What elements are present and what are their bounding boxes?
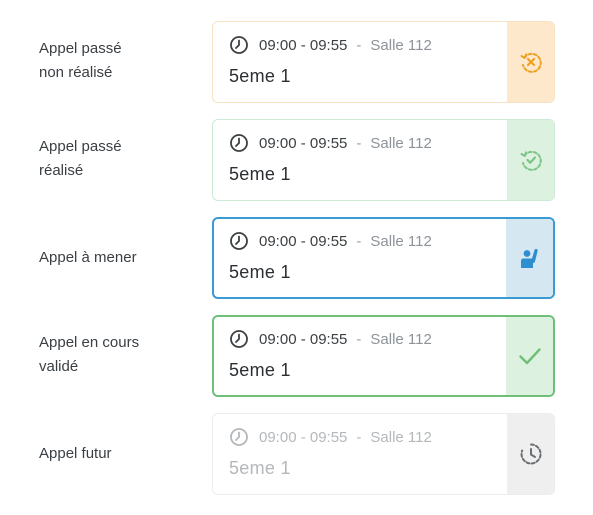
course-name: 5eme 1	[229, 458, 291, 478]
separator: -	[356, 36, 362, 54]
room-label: Salle 112	[370, 232, 432, 250]
separator: -	[356, 428, 362, 446]
status-panel	[507, 414, 554, 494]
status-panel	[507, 120, 554, 200]
course-name: 5eme 1	[229, 360, 291, 380]
room-label: Salle 112	[370, 330, 432, 348]
row-label-line2: validé	[39, 358, 79, 375]
history-cross-icon	[520, 52, 542, 73]
row-label-line2: réalisé	[39, 162, 84, 179]
call-row-valid: Appel en cours validé 09:00 - 09:55 - Sa…	[0, 315, 593, 397]
time-range: 09:00 - 09:55	[259, 330, 348, 348]
call-card-missed[interactable]: 09:00 - 09:55 - Salle 112 5eme 1	[212, 21, 555, 103]
row-label: Appel en cours validé	[39, 331, 189, 379]
checkmark-icon	[518, 348, 541, 365]
row-label: Appel futur	[39, 442, 189, 466]
call-row-missed: Appel passé non réalisé 09:00 - 09:55 - …	[0, 21, 593, 103]
row-label-line1: Appel à mener	[39, 249, 137, 266]
time-range: 09:00 - 09:55	[259, 428, 348, 446]
call-card-todo[interactable]: 09:00 - 09:55 - Salle 112 5eme 1	[212, 217, 555, 299]
clock-icon	[230, 134, 248, 152]
course-name: 5eme 1	[229, 262, 291, 282]
time-range: 09:00 - 09:55	[259, 134, 348, 152]
history-check-icon	[520, 150, 542, 171]
separator: -	[356, 330, 362, 348]
time-range: 09:00 - 09:55	[259, 36, 348, 54]
call-card-future[interactable]: 09:00 - 09:55 - Salle 112 5eme 1	[212, 413, 555, 495]
status-panel	[506, 219, 553, 297]
room-label: Salle 112	[370, 36, 432, 54]
row-label: Appel passé réalisé	[39, 135, 189, 183]
separator: -	[356, 134, 362, 152]
clock-icon	[230, 232, 248, 250]
call-card-valid[interactable]: 09:00 - 09:55 - Salle 112 5eme 1	[212, 315, 555, 397]
row-label-line2: non réalisé	[39, 64, 113, 81]
raised-hand-person-icon	[520, 248, 538, 268]
room-label: Salle 112	[370, 134, 432, 152]
status-panel	[507, 22, 554, 102]
room-label: Salle 112	[370, 428, 432, 446]
clock-icon	[230, 36, 248, 54]
time-range: 09:00 - 09:55	[259, 232, 348, 250]
row-label-line1: Appel passé	[39, 40, 122, 57]
call-row-done: Appel passé réalisé 09:00 - 09:55 - Sall…	[0, 119, 593, 201]
clock-dashed-icon	[520, 443, 542, 465]
call-row-future: Appel futur 09:00 - 09:55 - Salle 112 5e…	[0, 413, 593, 495]
row-label: Appel passé non réalisé	[39, 37, 189, 85]
row-label-line1: Appel passé	[39, 138, 122, 155]
separator: -	[356, 232, 362, 250]
course-name: 5eme 1	[229, 66, 291, 86]
course-name: 5eme 1	[229, 164, 291, 184]
call-card-done[interactable]: 09:00 - 09:55 - Salle 112 5eme 1	[212, 119, 555, 201]
status-panel	[506, 317, 553, 395]
row-label-line1: Appel futur	[39, 445, 112, 462]
row-label-line1: Appel en cours	[39, 334, 140, 351]
call-row-todo: Appel à mener 09:00 - 09:55 - Salle 112 …	[0, 217, 593, 299]
row-label: Appel à mener	[39, 246, 189, 270]
clock-icon	[230, 330, 248, 348]
clock-icon	[230, 428, 248, 446]
